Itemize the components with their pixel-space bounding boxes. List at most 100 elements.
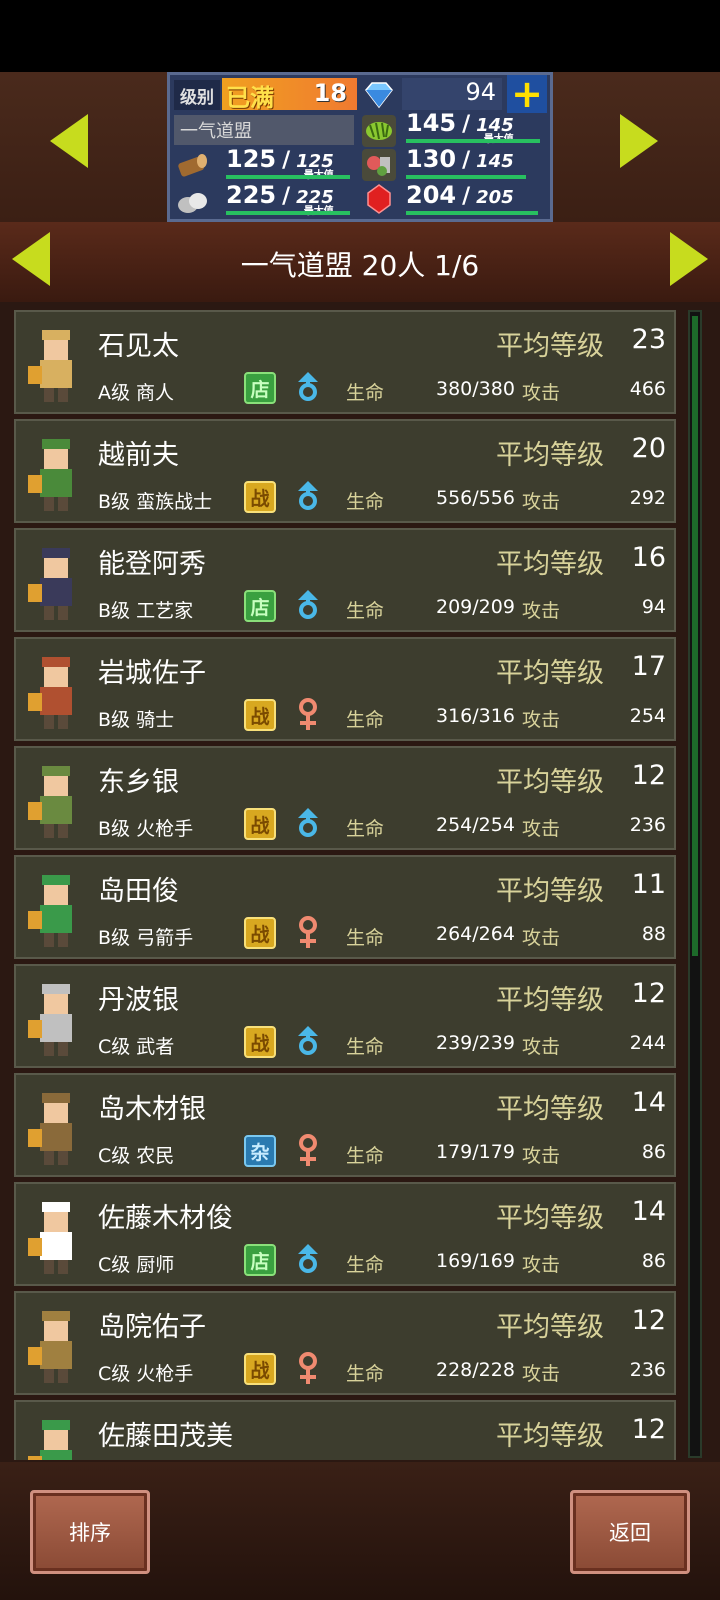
attack-label: 攻击 xyxy=(522,818,561,840)
member-card[interactable]: 岩城佐子 平均等级 17 B级 骑士 战 生命 316/316 攻击 254 xyxy=(14,637,676,741)
attack-label: 攻击 xyxy=(522,1036,561,1058)
character-avatar-icon xyxy=(28,330,72,402)
member-card[interactable]: 丹波银 平均等级 12 C级 武者 战 生命 239/239 攻击 244 xyxy=(14,964,676,1068)
avg-level-value: 20 xyxy=(631,433,666,464)
member-card[interactable]: 佐藤田茂美 平均等级 12 xyxy=(14,1400,676,1460)
role-badge: 战 xyxy=(244,1353,276,1385)
wood-bar xyxy=(226,175,350,179)
attack-label: 攻击 xyxy=(522,927,561,949)
member-name: 佐藤田茂美 xyxy=(98,1421,233,1452)
hp-value: 380/380 xyxy=(436,378,515,400)
role-badge: 杂 xyxy=(244,1135,276,1167)
male-icon xyxy=(298,1244,318,1273)
avg-level-label: 平均等级 xyxy=(496,767,604,798)
female-icon xyxy=(299,698,317,730)
hp-value: 179/179 xyxy=(436,1141,515,1163)
role-badge: 战 xyxy=(244,481,276,513)
hp-label: 生命 xyxy=(346,927,385,949)
member-list[interactable]: 石见太 平均等级 23 A级 商人店 生命 380/380 攻击 466 越前夫 平均等级 20… xyxy=(14,310,678,1460)
wood-value: 125/125 最大值 xyxy=(226,145,334,181)
hp-value: 228/228 xyxy=(436,1359,515,1381)
avg-level-value: 14 xyxy=(631,1087,666,1118)
role-badge: 战 xyxy=(244,808,276,840)
member-job: B级 弓箭手 xyxy=(98,927,194,949)
hp-label: 生命 xyxy=(346,1363,385,1385)
role-badge: 店 xyxy=(244,590,276,622)
avg-level-label: 平均等级 xyxy=(496,876,604,907)
scrollbar-thumb[interactable] xyxy=(692,316,698,956)
role-badge: 战 xyxy=(244,699,276,731)
member-name: 能登阿秀 xyxy=(98,549,206,580)
attack-value: 236 xyxy=(629,1359,666,1381)
member-name: 东乡银 xyxy=(98,767,179,798)
stone-icon xyxy=(178,193,207,213)
member-name: 越前夫 xyxy=(98,440,179,471)
character-avatar-icon xyxy=(28,657,72,729)
avg-level-label: 平均等级 xyxy=(496,1312,604,1343)
grass-icon xyxy=(362,115,396,147)
level-full-text: 已满 xyxy=(226,84,274,112)
hp-label: 生命 xyxy=(346,818,385,840)
avg-level-label: 平均等级 xyxy=(496,1203,604,1234)
character-avatar-icon xyxy=(28,766,72,838)
guild-name-label: 一气道盟 xyxy=(174,115,354,145)
level-value: 18 xyxy=(313,79,347,107)
sort-button[interactable]: 排序 xyxy=(30,1490,150,1574)
diamond-icon xyxy=(365,82,393,109)
attack-label: 攻击 xyxy=(522,382,561,404)
member-job: C级 农民 xyxy=(98,1145,175,1167)
attack-label: 攻击 xyxy=(522,600,561,622)
add-gems-button[interactable]: + xyxy=(507,75,547,113)
hp-label: 生命 xyxy=(346,1254,385,1276)
hp-label: 生命 xyxy=(346,600,385,622)
guild-title: 一气道盟 20人 1/6 xyxy=(240,249,480,282)
hp-label: 生命 xyxy=(346,1036,385,1058)
member-card[interactable]: 东乡银 平均等级 12 B级 火枪手 战 生命 254/254 攻击 236 xyxy=(14,746,676,850)
male-icon xyxy=(298,481,318,510)
prev-arrow-icon[interactable] xyxy=(50,114,88,168)
hp-value: 264/264 xyxy=(436,923,515,945)
back-button[interactable]: 返回 xyxy=(570,1490,690,1574)
scrollbar[interactable] xyxy=(688,310,702,1458)
grass-value: 145/145 最大值 xyxy=(406,109,514,145)
character-avatar-icon xyxy=(28,439,72,511)
member-card[interactable]: 越前夫 平均等级 20 B级 蛮族战士 战 生命 556/556 攻击 292 xyxy=(14,419,676,523)
wood-icon xyxy=(178,154,207,177)
male-icon xyxy=(298,372,318,401)
member-card[interactable]: 能登阿秀 平均等级 16 B级 工艺家 店 生命 209/209 攻击 94 xyxy=(14,528,676,632)
member-card[interactable]: 岛田俊 平均等级 11 B级 弓箭手 战 生命 264/264 攻击 88 xyxy=(14,855,676,959)
hp-value: 316/316 xyxy=(436,705,515,727)
female-icon xyxy=(299,1352,317,1384)
female-icon xyxy=(299,1134,317,1166)
status-bar xyxy=(0,0,720,72)
character-avatar-icon xyxy=(28,984,72,1056)
hp-label: 生命 xyxy=(346,382,385,404)
hp-value: 556/556 xyxy=(436,487,515,509)
member-job: C级 厨师 xyxy=(98,1254,175,1276)
member-job: B级 蛮族战士 xyxy=(98,491,213,513)
character-avatar-icon xyxy=(28,548,72,620)
avg-level-value: 12 xyxy=(631,760,666,791)
attack-value: 254 xyxy=(629,705,666,727)
attack-value: 244 xyxy=(629,1032,666,1054)
member-card[interactable]: 岛木材银 平均等级 14 C级 农民 杂 生命 179/179 攻击 86 xyxy=(14,1073,676,1177)
hp-label: 生命 xyxy=(346,491,385,513)
resource-box: 级别 已满 18 94 + 一气道盟 145/145 最大值 125/125 最… xyxy=(167,72,553,222)
food-bar xyxy=(406,175,526,179)
attack-value: 94 xyxy=(641,596,666,618)
ruby-value: 204/205 xyxy=(406,181,514,209)
attack-label: 攻击 xyxy=(522,491,561,513)
member-card[interactable]: 石见太 平均等级 23 A级 商人 店 生命 380/380 攻击 466 xyxy=(14,310,676,414)
character-avatar-icon xyxy=(28,1420,72,1460)
avg-level-label: 平均等级 xyxy=(496,658,604,689)
ruby-icon xyxy=(367,184,391,214)
attack-value: 88 xyxy=(641,923,666,945)
gem-count: 94 xyxy=(402,78,502,110)
member-card[interactable]: 佐藤木材俊 平均等级 14 C级 厨师 店 生命 169/169 攻击 86 xyxy=(14,1182,676,1286)
character-avatar-icon xyxy=(28,1202,72,1274)
member-name: 岛木材银 xyxy=(98,1094,206,1125)
member-card[interactable]: 岛院佑子 平均等级 12 C级 火枪手 战 生命 228/228 攻击 236 xyxy=(14,1291,676,1395)
avg-level-value: 14 xyxy=(631,1196,666,1227)
next-arrow-icon[interactable] xyxy=(620,114,658,168)
member-name: 岛院佑子 xyxy=(98,1312,206,1343)
